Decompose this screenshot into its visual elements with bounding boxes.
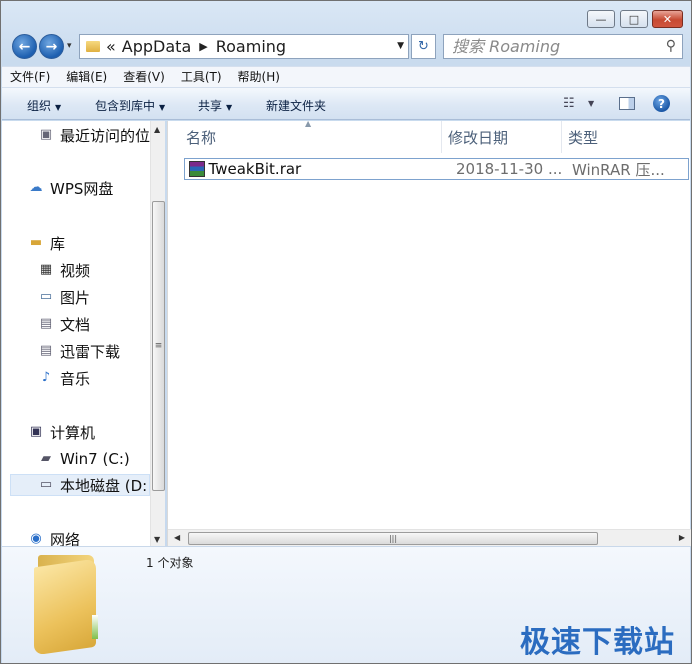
search-box[interactable]: ⚲	[443, 34, 683, 59]
folder-icon	[34, 555, 104, 656]
folder-icon	[86, 41, 100, 52]
scrollbar-thumb[interactable]: ≡	[152, 201, 165, 491]
menu-view[interactable]: 查看(V)	[115, 67, 173, 87]
file-row[interactable]: TweakBit.rar 2018-11-30 ... WinRAR 压...	[184, 158, 689, 180]
navpane-vertical-scrollbar[interactable]: ▲ ≡ ▼	[150, 121, 165, 546]
column-header-type[interactable]: 类型	[562, 121, 691, 153]
scroll-right-icon[interactable]: ▶	[679, 533, 685, 542]
menu-tools[interactable]: 工具(T)	[173, 67, 230, 87]
cloud-icon: ☁	[29, 180, 43, 195]
recent-locations-dropdown[interactable]: ▾	[67, 41, 72, 51]
nav-item-drive-d[interactable]: ▭ 本地磁盘 (D:	[10, 474, 150, 496]
details-pane: 1 个对象 极速下载站	[2, 546, 690, 663]
winrar-archive-icon	[189, 161, 205, 177]
forward-button[interactable]: →	[39, 34, 64, 59]
search-icon[interactable]: ⚲	[666, 38, 676, 54]
scroll-left-icon[interactable]: ◀	[174, 533, 180, 542]
refresh-button[interactable]: ↻	[411, 34, 436, 59]
new-folder-button[interactable]: 新建文件夹	[266, 97, 326, 114]
menu-bar: 文件(F) 编辑(E) 查看(V) 工具(T) 帮助(H)	[2, 66, 690, 88]
network-icon: ◉	[30, 531, 42, 546]
menu-edit[interactable]: 编辑(E)	[58, 67, 115, 87]
scroll-down-icon[interactable]: ▼	[154, 535, 160, 544]
share-button[interactable]: 共享 ▼	[198, 97, 232, 114]
nav-item-music[interactable]: ♪ 音乐	[38, 367, 165, 389]
breadcrumb-roaming[interactable]: Roaming	[216, 37, 286, 56]
nav-item-computer[interactable]: ▣ 计算机	[28, 421, 165, 443]
item-count: 1 个对象	[146, 556, 194, 570]
organize-button[interactable]: 组织 ▼	[27, 97, 61, 114]
back-button[interactable]: ←	[12, 34, 37, 59]
nav-item-thunder-downloads[interactable]: ▤ 迅雷下载	[38, 340, 165, 362]
watermark-logo: 极速下载站	[520, 625, 675, 660]
address-dropdown-icon[interactable]: ▼	[397, 41, 404, 51]
menu-file[interactable]: 文件(F)	[2, 67, 58, 87]
menu-help[interactable]: 帮助(H)	[230, 67, 288, 87]
documents-icon: ▤	[39, 316, 53, 331]
command-bar: 组织 ▼ 包含到库中 ▼ 共享 ▼ 新建文件夹 ☷ ▼ ?	[2, 88, 690, 120]
search-input[interactable]	[444, 35, 654, 58]
file-date: 2018-11-30 ...	[456, 160, 563, 178]
minimize-button[interactable]: —	[587, 10, 615, 28]
chevron-down-icon: ▼	[159, 103, 166, 112]
nav-item-recent-places[interactable]: ▣ 最近访问的位	[38, 124, 165, 146]
column-header-date[interactable]: 修改日期	[442, 121, 562, 153]
nav-item-documents[interactable]: ▤ 文档	[38, 313, 165, 335]
breadcrumb-appdata[interactable]: AppData	[122, 37, 191, 56]
close-button[interactable]: ✕	[652, 10, 683, 28]
include-in-library-button[interactable]: 包含到库中 ▼	[95, 97, 165, 114]
video-icon: ▦	[39, 262, 53, 277]
breadcrumb-overflow[interactable]: «	[106, 37, 116, 56]
recent-places-icon: ▣	[39, 127, 53, 142]
address-bar[interactable]: « AppData ▶ Roaming ▼	[79, 34, 409, 59]
computer-icon: ▣	[29, 424, 43, 439]
pictures-icon: ▭	[39, 289, 53, 304]
download-icon: ▤	[39, 343, 53, 358]
view-options-icon[interactable]: ☷	[563, 96, 575, 111]
drive-icon: ▭	[39, 477, 53, 492]
music-icon: ♪	[41, 370, 51, 385]
file-name[interactable]: TweakBit.rar	[209, 160, 456, 178]
chevron-down-icon: ▼	[226, 103, 233, 112]
file-list-pane: ▲ 名称 修改日期 类型 TweakBit.rar 2018-11-30 ...…	[167, 119, 691, 546]
view-dropdown-icon[interactable]: ▼	[588, 99, 594, 108]
chevron-down-icon: ▼	[55, 103, 62, 112]
drive-icon: ▰	[41, 451, 51, 466]
preview-pane-icon[interactable]	[619, 97, 635, 110]
help-icon[interactable]: ?	[653, 95, 670, 112]
navigation-pane: ▣ 最近访问的位 ☁ WPS网盘 ▬ 库 ▦ 视频 ▭ 图片 ▤ 文档 ▤ 迅雷…	[2, 121, 165, 546]
column-header-name[interactable]: 名称	[168, 121, 442, 153]
file-type: WinRAR 压...	[572, 160, 665, 179]
scroll-up-icon[interactable]: ▲	[154, 125, 160, 134]
nav-item-videos[interactable]: ▦ 视频	[38, 259, 165, 281]
scrollbar-thumb[interactable]: |||	[188, 532, 598, 545]
libraries-icon: ▬	[29, 235, 43, 250]
breadcrumb-separator-icon[interactable]: ▶	[199, 40, 207, 53]
maximize-button[interactable]: □	[620, 10, 648, 28]
nav-item-drive-c[interactable]: ▰ Win7 (C:)	[38, 448, 165, 470]
nav-item-libraries[interactable]: ▬ 库	[28, 232, 165, 254]
nav-item-pictures[interactable]: ▭ 图片	[38, 286, 165, 308]
explorer-window: — □ ✕ ← → ▾ « AppData ▶ Roaming ▼ ↻ ⚲ 文件…	[0, 0, 692, 664]
nav-item-wps-cloud[interactable]: ☁ WPS网盘	[28, 177, 165, 199]
horizontal-scrollbar[interactable]: ◀ ||| ▶	[168, 529, 691, 546]
nav-item-network[interactable]: ◉ 网络	[28, 528, 165, 547]
